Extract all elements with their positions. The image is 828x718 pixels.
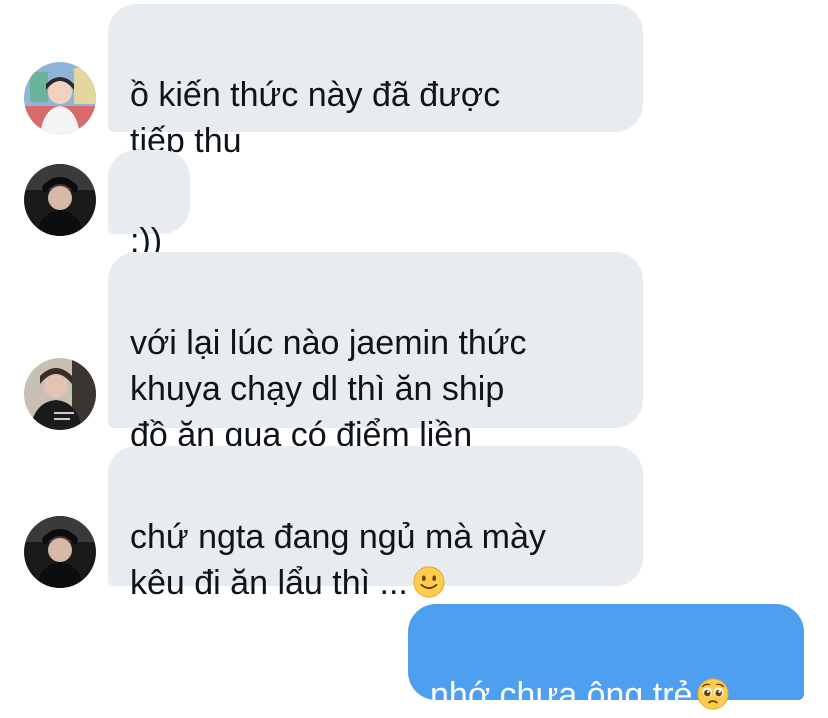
message-text: ồ kiến thức này đã được tiếp thu xyxy=(130,76,501,160)
message-text: chứ ngta đang ngủ mà mày kêu đi ăn lẩu t… xyxy=(130,518,546,602)
message-bubble[interactable]: với lại lúc nào jaemin thức khuya chạy d… xyxy=(108,252,643,454)
message-text: với lại lúc nào jaemin thức khuya chạy d… xyxy=(130,324,527,454)
avatar[interactable] xyxy=(24,358,96,430)
message-bubble[interactable]: :)) xyxy=(108,150,190,260)
message-bubble[interactable]: chứ ngta đang ngủ mà mày kêu đi ăn lẩu t… xyxy=(108,446,643,602)
message-bubble[interactable]: ồ kiến thức này đã được tiếp thu xyxy=(108,4,643,160)
slightly-smiling-face-icon xyxy=(413,566,445,598)
avatar[interactable] xyxy=(24,62,96,134)
avatar[interactable] xyxy=(24,164,96,236)
avatar[interactable] xyxy=(24,516,96,588)
message-text: nhớ chưa ông trẻ xyxy=(430,676,693,714)
message-bubble[interactable]: nhớ chưa ông trẻ xyxy=(408,604,804,714)
